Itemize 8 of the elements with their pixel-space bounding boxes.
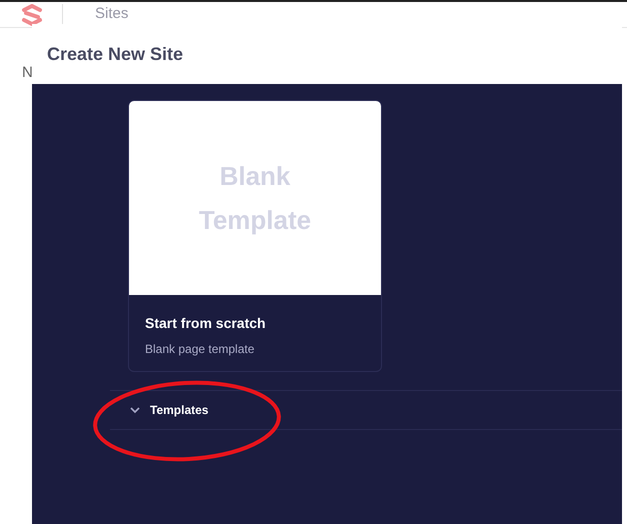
templates-toggle[interactable]: Templates <box>110 390 622 430</box>
dialog-title: Create New Site <box>47 42 184 66</box>
logo-icon <box>20 4 44 26</box>
card-title: Start from scratch <box>145 314 267 333</box>
card-subtitle: Blank page template <box>145 341 256 358</box>
page-heading: N <box>22 63 33 83</box>
chevron-icon <box>130 406 140 414</box>
app-title: Sites <box>95 4 128 24</box>
